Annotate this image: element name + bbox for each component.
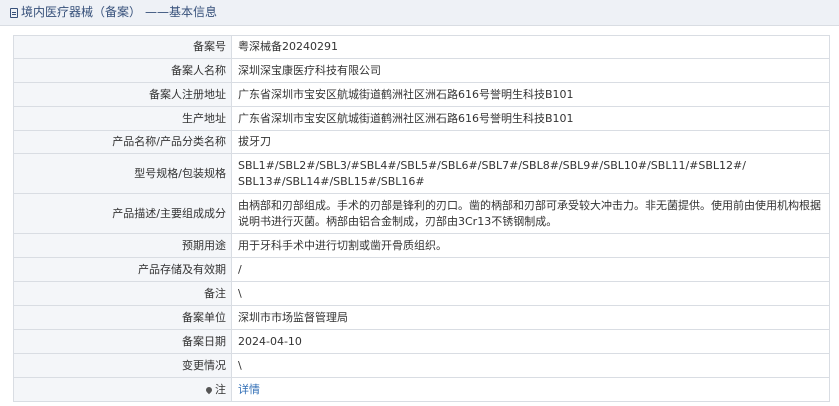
row-label: 备案单位 bbox=[13, 305, 232, 330]
row-value: 深圳市市场监督管理局 bbox=[231, 305, 830, 330]
row-value: \ bbox=[231, 353, 830, 378]
row-label: 备案人名称 bbox=[13, 58, 232, 83]
table-row: 预期用途 用于牙科手术中进行切割或凿开骨质组织。 bbox=[13, 233, 830, 258]
page-header: 境内医疗器械（备案） ——基本信息 bbox=[0, 0, 839, 26]
table-row: 生产地址 广东省深圳市宝安区航城街道鹤洲社区洲石路616号誉明生科技B101 bbox=[13, 106, 830, 131]
table-row: 备案日期 2024-04-10 bbox=[13, 329, 830, 354]
table-row-note: 注 详情 bbox=[13, 377, 830, 402]
row-value: 广东省深圳市宝安区航城街道鹤洲社区洲石路616号誉明生科技B101 bbox=[231, 106, 830, 131]
row-value: 拔牙刀 bbox=[231, 130, 830, 154]
table-row: 备案人注册地址 广东省深圳市宝安区航城街道鹤洲社区洲石路616号誉明生科技B10… bbox=[13, 82, 830, 107]
row-label: 变更情况 bbox=[13, 353, 232, 378]
header-subtitle: ——基本信息 bbox=[145, 5, 218, 19]
row-label: 备案日期 bbox=[13, 329, 232, 354]
row-label: 预期用途 bbox=[13, 233, 232, 258]
row-value: \ bbox=[231, 281, 830, 306]
document-icon bbox=[10, 7, 18, 18]
table-row: 备案单位 深圳市市场监督管理局 bbox=[13, 305, 830, 330]
table-row: 产品描述/主要组成成分 由柄部和刃部组成。手术的刃部是锋利的刃口。凿的柄部和刃部… bbox=[13, 193, 830, 234]
row-label: 型号规格/包装规格 bbox=[13, 153, 232, 194]
row-value: SBL1#/SBL2#/SBL3/#SBL4#/SBL5#/SBL6#/SBL7… bbox=[231, 153, 830, 194]
row-label: 备案人注册地址 bbox=[13, 82, 232, 107]
table-row: 型号规格/包装规格 SBL1#/SBL2#/SBL3/#SBL4#/SBL5#/… bbox=[13, 153, 830, 194]
row-label: 生产地址 bbox=[13, 106, 232, 131]
table-row: 备案号 粤深械备20240291 bbox=[13, 35, 830, 59]
row-value: 由柄部和刃部组成。手术的刃部是锋利的刃口。凿的柄部和刃部可承受较大冲击力。非无菌… bbox=[231, 193, 830, 234]
table-row: 备注 \ bbox=[13, 281, 830, 306]
header-title: 境内医疗器械（备案） bbox=[21, 5, 142, 19]
details-link[interactable]: 详情 bbox=[238, 383, 260, 396]
row-label: 产品名称/产品分类名称 bbox=[13, 130, 232, 154]
row-label: 备注 bbox=[13, 281, 232, 306]
row-value: 2024-04-10 bbox=[231, 329, 830, 354]
row-value: / bbox=[231, 257, 830, 282]
info-table-container: 备案号 粤深械备20240291 备案人名称 深圳深宝康医疗科技有限公司 备案人… bbox=[0, 26, 839, 402]
table-row: 产品名称/产品分类名称 拔牙刀 bbox=[13, 130, 830, 154]
table-row: 产品存储及有效期 / bbox=[13, 257, 830, 282]
row-value: 深圳深宝康医疗科技有限公司 bbox=[231, 58, 830, 83]
row-label: 产品描述/主要组成成分 bbox=[13, 193, 232, 234]
note-label-cell: 注 bbox=[13, 377, 232, 402]
table-row: 备案人名称 深圳深宝康医疗科技有限公司 bbox=[13, 58, 830, 83]
basic-info-table: 备案号 粤深械备20240291 备案人名称 深圳深宝康医疗科技有限公司 备案人… bbox=[13, 35, 830, 402]
row-label: 备案号 bbox=[13, 35, 232, 59]
row-label: 产品存储及有效期 bbox=[13, 257, 232, 282]
row-value: 用于牙科手术中进行切割或凿开骨质组织。 bbox=[231, 233, 830, 258]
note-value-cell: 详情 bbox=[231, 377, 830, 402]
note-label: 注 bbox=[215, 382, 226, 396]
row-value: 粤深械备20240291 bbox=[231, 35, 830, 59]
row-value: 广东省深圳市宝安区航城街道鹤洲社区洲石路616号誉明生科技B101 bbox=[231, 82, 830, 107]
pin-icon bbox=[204, 385, 214, 394]
table-row: 变更情况 \ bbox=[13, 353, 830, 378]
